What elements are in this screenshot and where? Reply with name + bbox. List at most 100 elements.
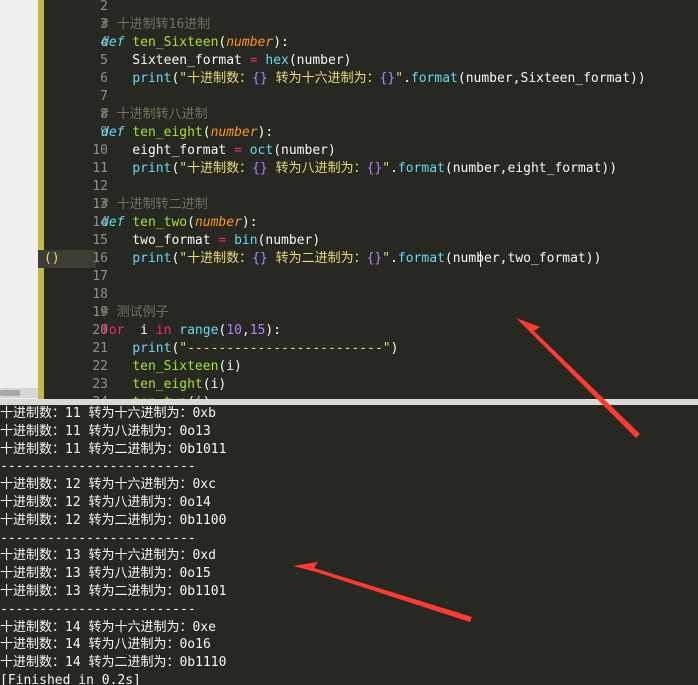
code-text: def ten_two(number): xyxy=(101,214,258,232)
code-token: = xyxy=(234,143,242,158)
code-line[interactable]: 10 eight_format = oct(number) xyxy=(38,142,698,160)
code-line[interactable]: 2 xyxy=(38,0,698,16)
code-token: def xyxy=(101,125,125,140)
code-token: (i) xyxy=(202,377,227,392)
code-token: {} xyxy=(366,251,383,266)
code-line[interactable]: 23 ten_eight(i) xyxy=(38,376,698,394)
code-line[interactable]: 20 for i in range(10,15): xyxy=(38,322,698,340)
code-token: (number,two_format)) xyxy=(444,251,602,266)
code-token: 15 xyxy=(249,323,266,338)
separator-line: ------------------------- xyxy=(0,601,196,617)
output-line: 十进制数：14 转为八进制为：0o16 xyxy=(0,637,211,653)
code-text: for i in range(10,15): xyxy=(101,322,281,340)
code-text: def ten_eight(number): xyxy=(101,124,273,142)
code-token: number xyxy=(194,215,242,230)
code-token: (number) xyxy=(257,233,321,248)
code-token: eight_format xyxy=(101,143,235,158)
output-console[interactable]: 十进制数：11 转为十六进制为：0xb 十进制数：11 转为八进制为：0o13 十进… xyxy=(0,405,698,685)
code-text: print("十进制数：{} 转为二进制为：{}".format(number,… xyxy=(101,250,601,268)
code-token: {} xyxy=(379,71,396,86)
code-line[interactable]: 6 print("十进制数：{} 转为十六进制为：{}".format(numb… xyxy=(38,70,698,88)
code-token: ( xyxy=(187,215,195,230)
code-token: ): xyxy=(241,215,258,230)
line-number: 18 xyxy=(92,287,108,302)
code-token: "十进制数： xyxy=(179,161,253,176)
code-text: # 十进制转16进制 xyxy=(101,16,210,34)
text-cursor xyxy=(480,251,481,267)
sidebar-scrollbar-thumb[interactable] xyxy=(0,390,20,396)
code-editor[interactable]: 2 3 # 十进制转16进制 4 def ten_Sixteen(number): 5 S… xyxy=(38,0,698,400)
code-line[interactable]: 17 xyxy=(38,268,698,286)
code-text: eight_format = oct(number) xyxy=(101,142,336,160)
code-line[interactable]: 5 Sixteen_format = hex(number) xyxy=(38,52,698,70)
code-token: hex xyxy=(265,53,289,68)
code-token: ten_two xyxy=(132,215,188,230)
code-text: print("十进制数：{} 转为十六进制为：{}".format(number… xyxy=(101,70,646,88)
code-line[interactable]: 22 ten_Sixteen(i) xyxy=(38,358,698,376)
line-number: 7 xyxy=(100,89,108,104)
code-token: "十进制数： xyxy=(179,251,253,266)
code-line[interactable]: 13 # 十进制转二进制 xyxy=(38,196,698,214)
code-token: format xyxy=(397,161,445,176)
code-line[interactable]: 19 # 测试例子 xyxy=(38,304,698,322)
bracket-match-marker: () xyxy=(44,251,60,266)
code-line[interactable]: 18 xyxy=(38,286,698,304)
code-token: . xyxy=(390,161,398,176)
code-text: print("十进制数：{} 转为八进制为：{}".format(number,… xyxy=(101,160,617,178)
code-token: 转为八进制为： xyxy=(267,161,367,176)
code-text: ten_eight(i) xyxy=(101,376,226,394)
line-number: 17 xyxy=(92,269,108,284)
code-token: i xyxy=(124,323,156,338)
code-token: print xyxy=(132,161,172,176)
code-token: = xyxy=(249,53,258,68)
code-token: 转为二进制为： xyxy=(267,251,367,266)
code-token: ten_eight xyxy=(132,377,203,392)
code-text: # 十进制转二进制 xyxy=(101,196,208,214)
code-token: ): xyxy=(265,323,282,338)
code-line[interactable]: 3 # 十进制转16进制 xyxy=(38,16,698,34)
code-line[interactable]: 11 print("十进制数：{} 转为八进制为：{}".format(numb… xyxy=(38,160,698,178)
code-token: . xyxy=(390,251,398,266)
code-line[interactable]: 16 print("十进制数：{} 转为二进制为：{}".format(numb… xyxy=(38,250,698,268)
code-token: ): xyxy=(257,125,274,140)
code-line[interactable]: 21 print("-------------------------") xyxy=(38,340,698,358)
output-line: 十进制数：11 转为十六进制为：0xb xyxy=(0,406,216,421)
line-number: 12 xyxy=(92,179,108,194)
code-token: {} xyxy=(366,161,383,176)
code-line[interactable]: 9 def ten_eight(number): xyxy=(38,124,698,142)
code-line[interactable]: 7 xyxy=(38,88,698,106)
code-token: {} xyxy=(252,161,268,176)
code-token: Sixteen_format xyxy=(101,53,250,68)
code-text: ten_Sixteen(i) xyxy=(101,358,242,376)
code-token: # 十进制转二进制 xyxy=(101,197,208,212)
output-line: 十进制数：11 转为八进制为：0o13 xyxy=(0,423,211,439)
code-token: (number) xyxy=(273,143,336,158)
output-line: 十进制数：14 转为十六进制为：0xe xyxy=(0,619,216,635)
code-token: {} xyxy=(252,251,268,266)
code-token: format xyxy=(397,251,445,266)
code-token: {} xyxy=(252,71,268,86)
output-line: 十进制数：13 转为十六进制为：0xd xyxy=(0,548,216,564)
code-line[interactable]: 12 xyxy=(38,178,698,196)
code-token: two_format xyxy=(101,233,219,248)
file-sidebar[interactable] xyxy=(0,0,38,400)
code-line[interactable]: 14 def ten_two(number): xyxy=(38,214,698,232)
code-token: # 测试例子 xyxy=(101,305,169,320)
code-line[interactable]: 8 # 十进制转八进制 xyxy=(38,106,698,124)
output-line: 十进制数：11 转为二进制为：0b1011 xyxy=(0,441,227,457)
output-line: 十进制数：12 转为八进制为：0o14 xyxy=(0,495,211,510)
code-token: (number,Sixteen_format)) xyxy=(457,71,646,86)
output-line: 十进制数：12 转为十六进制为：0xc xyxy=(0,477,216,493)
separator-line: ------------------------- xyxy=(0,459,196,475)
code-token: "十进制数： xyxy=(179,71,253,86)
code-line[interactable]: 4 def ten_Sixteen(number): xyxy=(38,34,698,52)
code-line[interactable]: 15 two_format = bin(number) xyxy=(38,232,698,250)
code-text: Sixteen_format = hex(number) xyxy=(101,52,351,70)
output-line: 十进制数：14 转为二进制为：0b1110 xyxy=(0,655,227,671)
code-token: range xyxy=(179,323,219,338)
